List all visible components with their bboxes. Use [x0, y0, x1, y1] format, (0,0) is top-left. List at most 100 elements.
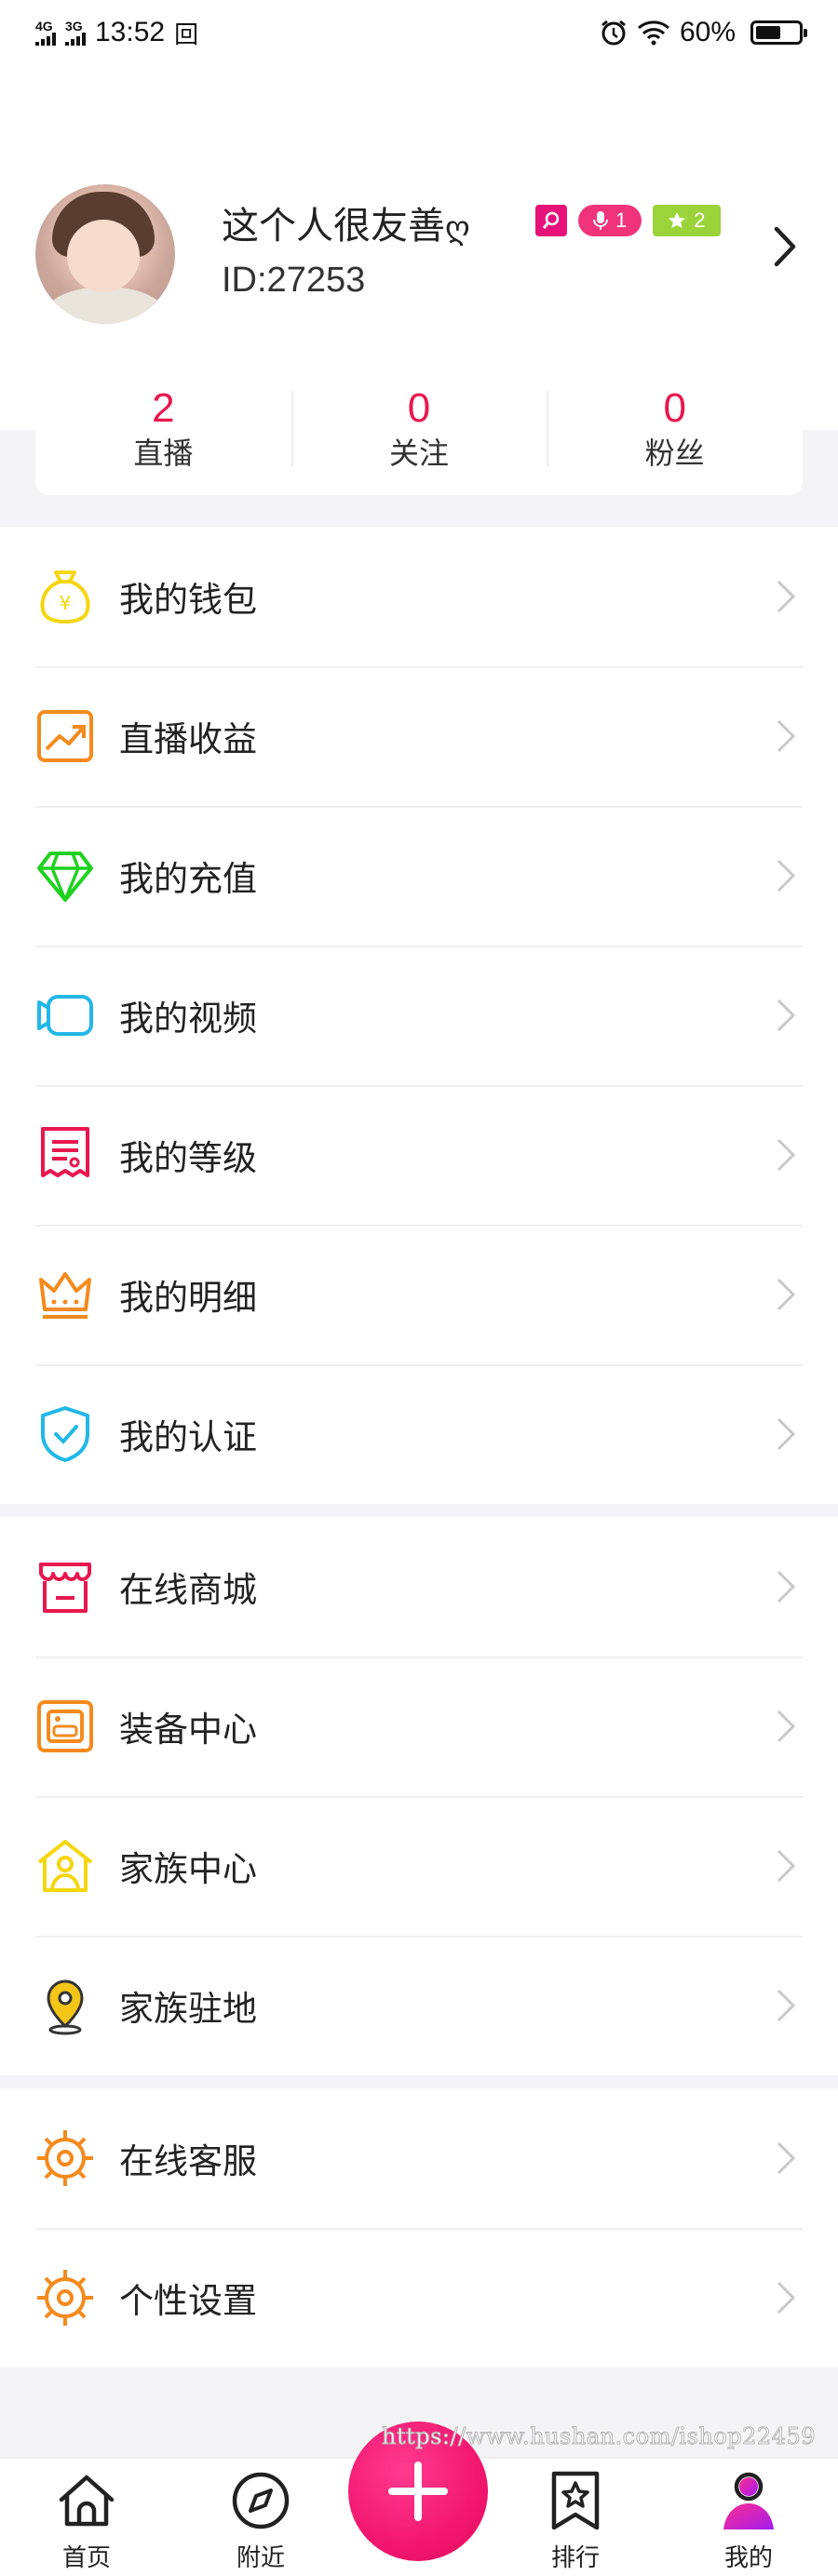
battery-percent: 60% [679, 17, 736, 47]
menu-item-family-center[interactable]: 家族中心 [0, 1796, 838, 1936]
network-type-1: 4G [35, 19, 53, 34]
customer-service-icon [35, 2128, 95, 2188]
section-gap [0, 2075, 838, 2088]
menu-label: 个性设置 [119, 2282, 257, 2320]
host-level-value: 1 [615, 208, 628, 232]
nickname-mark: ღ [445, 210, 470, 246]
shop-icon [35, 1557, 95, 1617]
menu-label: 家族中心 [119, 1850, 257, 1888]
menu-label: 在线商城 [119, 1571, 257, 1609]
chevron-right-icon [777, 2281, 796, 2314]
battery-fill [756, 26, 780, 39]
clock: 13:52 [95, 17, 166, 47]
user-level-value: 2 [694, 208, 706, 232]
stat-live[interactable]: 2 直播 [35, 363, 291, 495]
menu-group-services: 在线商城 装备中心 家族中心 家族驻地 [0, 1517, 838, 2075]
menu-label: 装备中心 [119, 1711, 257, 1749]
tab-nearby-label: 附近 [236, 2543, 285, 2571]
crown-icon [35, 1265, 95, 1324]
chevron-right-icon [777, 1417, 796, 1451]
menu-label: 直播收益 [119, 720, 257, 758]
menu-item-live-earnings[interactable]: 直播收益 [0, 666, 838, 806]
tab-ranking-label: 排行 [550, 2543, 600, 2571]
tab-mine[interactable]: 我的 [693, 2468, 804, 2573]
location-pin-icon [35, 1976, 95, 2035]
equipment-icon [35, 1697, 95, 1756]
menu-item-details[interactable]: 我的明细 [0, 1225, 838, 1364]
stat-live-value: 2 [152, 385, 175, 431]
stat-following[interactable]: 0 关注 [291, 363, 547, 495]
network-type-2: 3G [65, 19, 83, 34]
menu-label: 我的视频 [119, 1000, 257, 1038]
chevron-right-icon [777, 1278, 796, 1311]
star-icon [669, 212, 686, 228]
chevron-right-icon [777, 1849, 796, 1883]
user-id: ID:27253 [222, 261, 366, 300]
chevron-right-icon [777, 1710, 796, 1743]
level-receipt-icon [35, 1125, 95, 1185]
stat-fans-value: 0 [663, 385, 686, 431]
status-right: 60% [600, 17, 807, 48]
section-gap [0, 1504, 838, 1517]
tab-home-label: 首页 [61, 2543, 111, 2571]
stat-following-label: 关注 [389, 436, 450, 470]
menu-label: 我的认证 [119, 1418, 257, 1456]
menu-label: 我的等级 [119, 1139, 257, 1177]
stat-fans[interactable]: 0 粉丝 [547, 363, 803, 495]
menu-group-support: 在线客服 个性设置 [0, 2088, 838, 2368]
menu-item-equipment[interactable]: 装备中心 [0, 1657, 838, 1796]
chevron-right-icon [777, 580, 796, 613]
menu-item-recharge[interactable]: 我的充值 [0, 806, 838, 946]
tab-home[interactable]: 首页 [31, 2468, 142, 2573]
status-bar: 4G 3G 13:52 回 60% [0, 0, 838, 65]
microphone-icon [593, 211, 608, 230]
search-badge-icon [535, 205, 567, 236]
menu-item-wallet[interactable]: ¥ 我的钱包 [0, 527, 838, 666]
stat-following-value: 0 [407, 385, 431, 431]
stat-fans-label: 粉丝 [644, 436, 705, 470]
menu-label: 在线客服 [119, 2142, 257, 2180]
shield-check-icon [35, 1404, 95, 1464]
chevron-right-icon [777, 1570, 796, 1603]
menu-item-verification[interactable]: 我的认证 [0, 1364, 838, 1504]
wallet-icon: ¥ [35, 567, 95, 626]
chevron-right-icon [777, 1138, 796, 1172]
menu-item-customer-service[interactable]: 在线客服 [0, 2088, 838, 2228]
profile-header[interactable]: 这个人很友善ღ 1 2 ID:27253 [0, 177, 838, 335]
menu-label: 我的充值 [119, 860, 257, 898]
chevron-right-icon [777, 2141, 796, 2175]
menu-item-level[interactable]: 我的等级 [0, 1085, 838, 1225]
tab-mine-label: 我的 [723, 2543, 773, 2571]
host-level-badge: 1 [578, 205, 642, 236]
tab-ranking[interactable]: 排行 [520, 2468, 631, 2573]
video-camera-icon [35, 986, 95, 1045]
svg-text:¥: ¥ [60, 592, 72, 614]
diamond-icon [35, 846, 95, 906]
menu-item-family-base[interactable]: 家族驻地 [0, 1936, 838, 2075]
compass-icon [232, 2472, 290, 2529]
badges: 1 2 [535, 205, 721, 236]
battery-icon [750, 20, 807, 45]
chevron-right-icon[interactable] [771, 223, 799, 270]
chevron-right-icon [777, 999, 796, 1032]
signal-3g-icon: 3G [65, 20, 86, 46]
watermark: https://www.hushan.com/ishop22459 [381, 2423, 817, 2450]
earnings-chart-icon [35, 706, 95, 766]
menu-item-settings[interactable]: 个性设置 [0, 2228, 838, 2368]
nickname-text: 这个人很友善 [222, 206, 445, 247]
menu-item-shop[interactable]: 在线商城 [0, 1517, 838, 1657]
home-icon [59, 2475, 115, 2527]
tab-nearby[interactable]: 附近 [205, 2468, 317, 2573]
menu-label: 我的明细 [119, 1279, 257, 1317]
user-level-badge: 2 [653, 205, 721, 236]
menu-item-videos[interactable]: 我的视频 [0, 946, 838, 1085]
wifi-icon [637, 20, 669, 46]
profile-person-icon [723, 2472, 774, 2529]
nickname: 这个人很友善ღ [222, 195, 470, 249]
menu-group-account: ¥ 我的钱包 直播收益 我的充值 我的视频 我的等级 我的明细 我的认证 [0, 527, 838, 1504]
avatar[interactable] [35, 184, 175, 324]
menu-label: 家族驻地 [119, 1990, 257, 2028]
stats-card: 2 直播 0 关注 0 粉丝 [35, 363, 803, 495]
status-left: 4G 3G 13:52 回 [35, 16, 198, 50]
settings-gear-icon [35, 2268, 95, 2328]
